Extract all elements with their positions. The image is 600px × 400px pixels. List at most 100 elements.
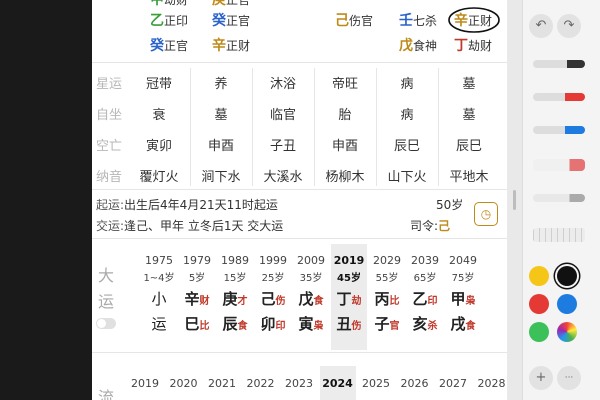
hidden-stem-cell: 癸正官 <box>150 38 188 55</box>
dayun-branch: 戌食 <box>445 313 481 334</box>
pencil-tool-blue[interactable] <box>533 126 585 134</box>
table-cell: 山下火 <box>387 170 427 185</box>
stem-char: 己 <box>335 13 349 29</box>
dayun-column[interactable]: 2049 75岁 甲枭 戌食 <box>445 244 481 350</box>
bazi-chart-screen: 甲劫财 庚正官 乙正印 癸正官 己伤官 壬七杀 辛正财 癸正官 辛正财 戊食神 … <box>92 0 507 400</box>
liunian-year[interactable]: 2027 <box>435 366 471 400</box>
table-cell: 辰巳 <box>455 139 482 154</box>
gan-zhi-char: 己 <box>260 290 276 308</box>
pen-tool-black[interactable] <box>533 60 585 68</box>
gan-zhi-char: 丑 <box>336 315 352 333</box>
color-swatch-black-selected[interactable] <box>557 266 577 286</box>
dayun-toggle-switch[interactable] <box>96 318 116 329</box>
liunian-year-text: 2021 <box>208 377 236 390</box>
calendar-icon[interactable]: ◷ <box>474 202 498 226</box>
table-column-divider <box>438 68 439 186</box>
liunian-year-current[interactable]: 2024 <box>319 366 356 400</box>
siling-label: 司令: <box>410 219 439 233</box>
stem-char: 壬 <box>399 13 413 29</box>
dayun-year: 2019 <box>333 254 365 267</box>
lasso-tool[interactable] <box>533 194 585 202</box>
dayun-stem: 乙印 <box>407 288 443 309</box>
ten-god-short: 比 <box>199 321 210 332</box>
liunian-year[interactable]: 2026 <box>397 366 433 400</box>
undo-button[interactable]: ↶ <box>529 14 553 38</box>
table-cell: 墓 <box>462 77 476 92</box>
god-label: 食神 <box>413 39 438 53</box>
liunian-year[interactable]: 2023 <box>281 366 317 400</box>
dayun-branch: 卯印 <box>255 313 291 334</box>
dayun-column[interactable]: 2039 65岁 乙印 亥杀 <box>407 244 443 350</box>
table-column-divider <box>376 68 377 186</box>
dayun-branch: 丑伤 <box>331 313 367 334</box>
liunian-year[interactable]: 2021 <box>204 366 240 400</box>
ten-god-short: 食 <box>313 296 324 307</box>
dayun-column-current[interactable]: 2019 45岁丁劫丑伤 <box>331 244 367 350</box>
stem-char: 辛 <box>212 38 226 54</box>
dayun-strip: 1975 1~4岁小运 1979 5岁 辛财 巳比 1989 15岁 庚才 辰食 1999 25岁 己伤… <box>126 240 507 352</box>
ten-god-short: 伤 <box>351 321 362 332</box>
liunian-year[interactable]: 2020 <box>166 366 202 400</box>
jiaoyun-line: 交运:逢己、甲年 立冬后1天 交大运 <box>96 217 283 234</box>
ten-god-short: 杀 <box>427 321 438 332</box>
color-picker-wheel-icon[interactable] <box>557 322 577 342</box>
dayun-column[interactable]: 1999 25岁 己伤 卯印 <box>255 244 291 350</box>
dayun-age: 75岁 <box>451 273 475 284</box>
xiaoyun-label-top: 小 <box>151 290 167 308</box>
color-swatch-red[interactable] <box>529 294 549 314</box>
gan-zhi-char: 巳 <box>184 315 200 333</box>
ten-god-short: 财 <box>199 296 210 307</box>
jiaoyun-label: 交运: <box>96 219 125 233</box>
table-cell: 冠带 <box>145 77 172 92</box>
split-gutter[interactable] <box>507 0 522 400</box>
dayun-stem: 丁劫 <box>331 288 367 309</box>
gan-zhi-char: 辛 <box>184 290 200 308</box>
ruler-tool[interactable] <box>533 228 585 242</box>
liunian-year-text: 2027 <box>439 377 467 390</box>
dayun-column[interactable]: 1989 15岁 庚才 辰食 <box>217 244 253 350</box>
redo-button[interactable]: ↷ <box>557 14 581 38</box>
dayun-year: 2049 <box>449 254 477 267</box>
ten-god-short: 食 <box>465 321 476 332</box>
ten-god-short: 枭 <box>313 321 324 332</box>
more-options-button[interactable]: ··· <box>557 366 581 390</box>
god-label: 正印 <box>164 14 189 28</box>
marker-tool-red[interactable] <box>533 93 585 101</box>
add-tool-button[interactable]: + <box>529 366 553 390</box>
dayun-label-bottom: 运 <box>98 292 115 311</box>
table-cell: 胎 <box>338 108 352 123</box>
eraser-tool[interactable] <box>533 159 585 171</box>
gan-zhi-char: 乙 <box>412 290 428 308</box>
dayun-column[interactable]: 1975 1~4岁小运 <box>141 244 177 350</box>
gan-zhi-char: 卯 <box>260 315 276 333</box>
dayun-age: 45岁 <box>337 273 361 284</box>
divider <box>92 352 507 353</box>
dayun-column[interactable]: 2009 35岁 戊食 寅枭 <box>293 244 329 350</box>
hidden-stem-cell: 乙正印 <box>150 13 188 30</box>
liunian-year-text: 2020 <box>169 377 198 390</box>
dayun-year: 1999 <box>259 254 287 267</box>
color-swatch-blue[interactable] <box>557 294 577 314</box>
color-swatch-yellow[interactable] <box>529 266 549 286</box>
liunian-year[interactable]: 2028 <box>474 366 508 400</box>
drawing-tool-panel: ↶ ↷ + ··· <box>522 0 600 400</box>
liunian-year[interactable]: 2022 <box>243 366 279 400</box>
stem-char: 丁 <box>454 38 468 54</box>
gan-zhi-char: 庚 <box>222 290 238 308</box>
qiyun-line: 起运:出生后4年4月21天11时起运 <box>96 196 278 213</box>
dayun-year: 2029 <box>373 254 401 267</box>
dayun-stem: 庚才 <box>217 288 253 309</box>
gutter-handle[interactable] <box>513 190 516 210</box>
qiyun-label: 起运: <box>96 198 125 212</box>
dayun-age: 1~4岁 <box>143 273 175 284</box>
color-swatch-green[interactable] <box>529 322 549 342</box>
handdrawn-circle-annotation <box>448 7 500 33</box>
liunian-year[interactable]: 2025 <box>358 366 394 400</box>
siling-value: 己 <box>438 219 451 233</box>
liunian-year[interactable]: 2019 <box>127 366 163 400</box>
dayun-column[interactable]: 1979 5岁 辛财 巳比 <box>179 244 215 350</box>
table-cell: 大溪水 <box>263 170 303 185</box>
top-cut-cell-1: 甲劫财 <box>150 0 189 8</box>
dayun-column[interactable]: 2029 55岁 丙比 子官 <box>369 244 405 350</box>
dayun-age: 55岁 <box>375 273 399 284</box>
